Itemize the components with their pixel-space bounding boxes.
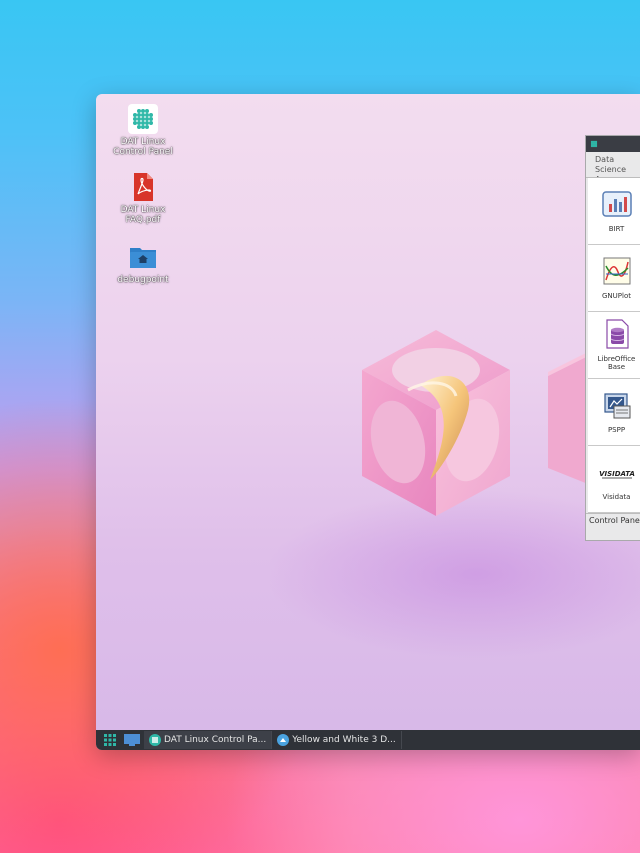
- task-label: DAT Linux Control Pa...: [164, 735, 267, 745]
- grid-menu-icon: [104, 734, 116, 746]
- taskbar: DAT Linux Control Pa... Yellow and White…: [96, 730, 640, 750]
- control-panel-window: Data Science Apps BIRT: [585, 135, 640, 541]
- control-panel-icon: [149, 734, 161, 746]
- pdf-file-icon: [128, 172, 158, 202]
- svg-text:VISIDATA: VISIDATA: [599, 470, 635, 478]
- pspp-icon: [602, 390, 632, 420]
- app-name: PSPP: [607, 426, 626, 434]
- desktop-icon-label: DAT Linux FAQ.pdf: [120, 205, 166, 225]
- app-name: Visidata: [602, 493, 631, 501]
- app-gnuplot[interactable]: GNUPlot: [588, 245, 640, 312]
- desktop-icon: [124, 734, 140, 746]
- app-name: LibreOffice Base: [597, 355, 636, 371]
- desktop-icon-home-folder[interactable]: debugpoint: [108, 242, 178, 285]
- app-visidata[interactable]: VISIDATA Visidata: [588, 446, 640, 513]
- app-libreoffice-base[interactable]: LibreOffice Base: [588, 312, 640, 379]
- task-image-viewer[interactable]: Yellow and White 3 D...: [272, 731, 402, 749]
- desktop-icon-control-panel[interactable]: DAT Linux Control Panel: [108, 104, 178, 157]
- app-birt[interactable]: BIRT: [588, 178, 640, 245]
- image-viewer-icon: [277, 734, 290, 746]
- desktop-icon-label: DAT Linux Control Panel: [113, 137, 173, 157]
- control-panel-icon: [128, 104, 158, 134]
- wallpaper-cube: [360, 330, 520, 534]
- control-panel-footer[interactable]: Control Panel: [586, 513, 640, 527]
- show-desktop-button[interactable]: [120, 730, 144, 750]
- wallpaper-cube-secondary: [548, 352, 588, 506]
- category-header[interactable]: Data Science Apps: [586, 152, 640, 178]
- control-panel-titlebar[interactable]: [586, 136, 640, 152]
- app-name: GNUPlot: [602, 292, 631, 300]
- gnuplot-icon: [602, 256, 632, 286]
- app-menu-button[interactable]: [100, 730, 120, 750]
- task-control-panel[interactable]: DAT Linux Control Pa...: [144, 731, 273, 749]
- desktop-icon-label: debugpoint: [117, 275, 169, 285]
- libreoffice-base-icon: [602, 319, 632, 349]
- control-panel-icon: [590, 140, 598, 148]
- app-pspp[interactable]: PSPP: [588, 379, 640, 446]
- task-label: Yellow and White 3 D...: [292, 735, 396, 745]
- birt-icon: [601, 189, 632, 219]
- desktop-icon-faq-pdf[interactable]: DAT Linux FAQ.pdf: [108, 172, 178, 225]
- visidata-icon: VISIDATA: [598, 457, 636, 487]
- home-folder-icon: [128, 242, 158, 272]
- desktop-screenshot: DAT Linux Control Panel DAT Linux FAQ.pd…: [96, 94, 640, 750]
- app-name: BIRT: [608, 225, 625, 233]
